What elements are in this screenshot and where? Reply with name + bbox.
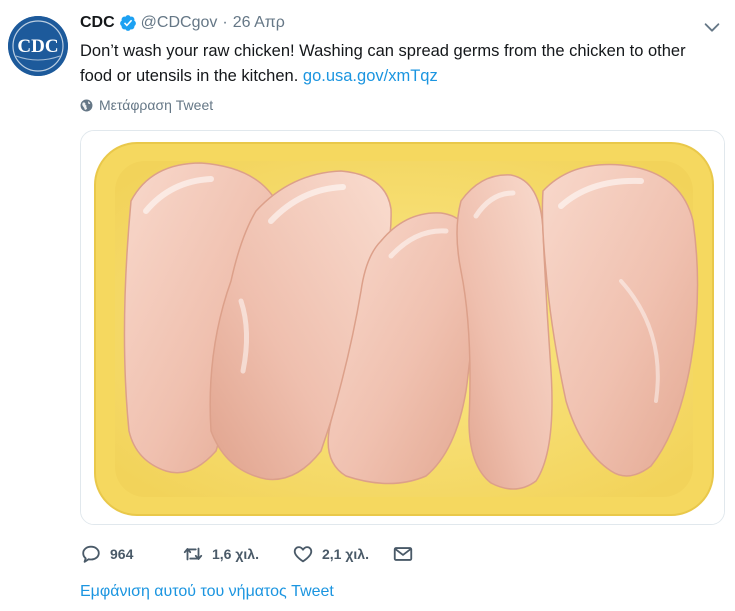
avatar-text: CDC [17, 36, 58, 57]
chevron-down-icon[interactable] [701, 16, 723, 38]
like-count: 2,1 χιλ. [322, 546, 369, 562]
retweet-button[interactable]: 1,6 χιλ. [182, 543, 292, 565]
author-handle[interactable]: @CDCgov [141, 14, 218, 32]
tweet-date[interactable]: 26 Απρ [233, 14, 285, 32]
tweet-image[interactable] [80, 130, 725, 525]
avatar[interactable]: CDC [8, 16, 68, 76]
like-button[interactable]: 2,1 χιλ. [292, 543, 392, 565]
retweet-count: 1,6 χιλ. [212, 546, 259, 562]
direct-message-button[interactable] [392, 543, 414, 565]
reply-button[interactable]: 964 [80, 543, 182, 565]
reply-icon [82, 545, 100, 563]
reply-count: 964 [110, 546, 134, 562]
globe-icon [80, 99, 93, 111]
show-thread-link[interactable]: Εμφάνιση αυτού του νήματος Tweet [80, 583, 334, 601]
tweet-actions: 964 1,6 χιλ. 2,1 χιλ. [80, 541, 414, 567]
chicken-photo [81, 131, 724, 524]
like-icon [293, 546, 313, 563]
retweet-icon [183, 547, 203, 561]
verified-badge-icon [119, 15, 136, 31]
dm-icon [393, 547, 413, 561]
tweet-text: Don’t wash your raw chicken! Washing can… [80, 39, 720, 89]
author-name[interactable]: CDC [80, 14, 115, 32]
tweet-header: CDC @CDCgov · 26 Απρ [80, 12, 285, 34]
tweet-link[interactable]: go.usa.gov/xmTqz [303, 67, 438, 85]
translate-tweet[interactable]: Μετάφραση Tweet [80, 97, 213, 113]
cdc-logo: CDC [8, 16, 68, 76]
translate-label: Μετάφραση Tweet [99, 97, 214, 113]
separator-dot: · [222, 14, 228, 31]
